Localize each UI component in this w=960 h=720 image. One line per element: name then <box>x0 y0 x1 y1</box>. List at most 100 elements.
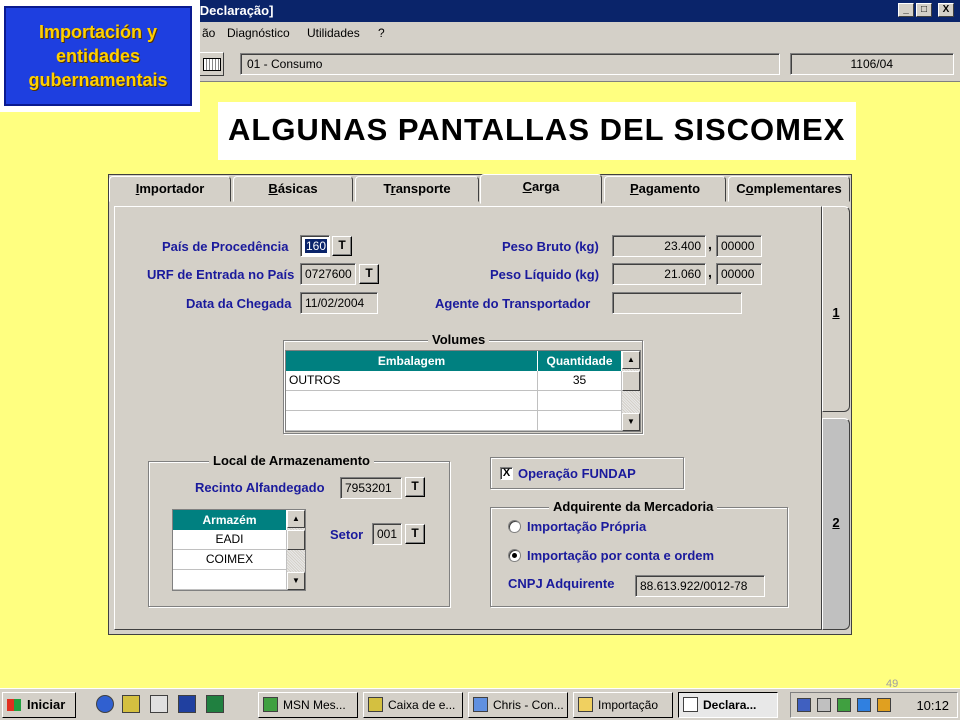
menu-item-help[interactable]: ? <box>378 26 385 40</box>
logo-line-2: entidades <box>55 46 141 66</box>
tab-access-key: o <box>745 181 754 196</box>
list-item[interactable] <box>173 570 287 590</box>
armazem-scrollbar[interactable]: ▲ ▼ <box>287 510 305 590</box>
list-item[interactable]: COIMEX <box>173 550 287 570</box>
logo-line-3: gubernamentais <box>28 70 168 90</box>
outlook-icon[interactable] <box>122 695 140 713</box>
urf-entrada-input[interactable]: 0727600 <box>300 263 356 285</box>
network-icon[interactable] <box>797 698 811 712</box>
column-header-armazem[interactable]: Armazém <box>173 510 287 530</box>
peso-liquido-comma: , <box>708 264 712 280</box>
logo-line-1: Importación y <box>38 22 158 42</box>
table-cell[interactable] <box>286 411 538 431</box>
tab-label: Importador <box>135 181 205 196</box>
desktop-icon[interactable] <box>150 695 168 713</box>
menu-item-partial[interactable]: ão <box>202 26 215 40</box>
tab-access-key: I <box>135 181 140 196</box>
scroll-thumb[interactable] <box>287 530 305 550</box>
column-header-quantidade[interactable]: Quantidade <box>538 351 622 371</box>
task-importacao-folder[interactable]: Importação <box>573 692 673 718</box>
importacao-propria-label: Importação Própria <box>527 519 647 534</box>
tab-label: Básicas <box>268 181 318 196</box>
peso-liquido-label: Peso Líquido (kg) <box>490 267 600 282</box>
importacao-propria-radio[interactable] <box>508 520 521 533</box>
setor-lookup-button[interactable]: T <box>405 524 425 544</box>
tab-transporte[interactable]: Transporte <box>355 176 479 202</box>
table-cell[interactable] <box>538 391 622 411</box>
minimize-button[interactable]: _ <box>898 3 914 17</box>
scroll-thumb[interactable] <box>622 371 640 391</box>
page-tab-label: 1 <box>832 305 840 320</box>
table-cell[interactable]: 35 <box>538 371 622 391</box>
agente-transportador-label: Agente do Transportador <box>435 296 591 311</box>
volumes-grid[interactable]: Embalagem Quantidade OUTROS 35 ▲ ▼ <box>285 350 641 432</box>
task-inbox[interactable]: Caixa de e... <box>363 692 463 718</box>
tab-basicas[interactable]: Básicas <box>233 176 353 202</box>
fundap-checkbox[interactable]: X <box>500 467 513 480</box>
close-button[interactable]: X <box>938 3 954 17</box>
page-tab-2[interactable]: 2 <box>822 418 850 630</box>
urf-entrada-lookup-button[interactable]: T <box>359 264 379 284</box>
recinto-alfandegado-input[interactable]: 7953201 <box>340 477 402 499</box>
page-tab-label: 2 <box>832 515 840 530</box>
scroll-up-icon[interactable]: ▲ <box>287 510 305 528</box>
word-icon[interactable] <box>178 695 196 713</box>
chat-icon <box>473 697 488 712</box>
scroll-down-icon[interactable]: ▼ <box>622 413 640 431</box>
messenger-icon[interactable] <box>857 698 871 712</box>
data-chegada-input[interactable]: 11/02/2004 <box>300 292 378 314</box>
recinto-lookup-button[interactable]: T <box>405 477 425 497</box>
tab-pagamento[interactable]: Pagamento <box>604 176 726 202</box>
pais-procedencia-input[interactable]: 160 <box>300 235 330 257</box>
page-tab-1[interactable]: 1 <box>822 206 850 412</box>
agente-transportador-input[interactable] <box>612 292 742 314</box>
scroll-down-icon[interactable]: ▼ <box>287 572 305 590</box>
importacao-conta-ordem-radio[interactable] <box>508 549 521 562</box>
list-item[interactable]: EADI <box>173 530 287 550</box>
peso-bruto-integer-input[interactable]: 23.400 <box>612 235 706 257</box>
calculator-icon[interactable] <box>198 52 224 76</box>
armazenamento-title: Local de Armazenamento <box>209 453 375 468</box>
tab-importador[interactable]: Importador <box>109 176 231 202</box>
maximize-button[interactable]: □ <box>916 3 932 17</box>
task-msn[interactable]: MSN Mes... <box>258 692 358 718</box>
peso-liquido-decimal-input[interactable]: 00000 <box>716 263 762 285</box>
volumes-scrollbar[interactable]: ▲ ▼ <box>622 351 640 431</box>
clock[interactable]: 10:12 <box>916 698 949 713</box>
pais-procedencia-lookup-button[interactable]: T <box>332 236 352 256</box>
table-cell[interactable] <box>538 411 622 431</box>
setor-label: Setor <box>330 527 364 542</box>
tab-access-key: r <box>390 181 396 196</box>
pais-procedencia-value: 160 <box>305 239 328 253</box>
cnpj-adquirente-input[interactable]: 88.613.922/0012-78 <box>635 575 765 597</box>
cnpj-adquirente-label: CNPJ Adquirente <box>508 576 615 591</box>
task-label: Caixa de e... <box>388 698 456 712</box>
update-icon[interactable] <box>877 698 891 712</box>
volumes-title: Volumes <box>428 332 490 347</box>
column-header-embalagem[interactable]: Embalagem <box>286 351 538 371</box>
menu-item-utilidades[interactable]: Utilidades <box>307 26 360 40</box>
tab-complementares[interactable]: Complementares <box>728 176 850 202</box>
peso-liquido-integer-input[interactable]: 21.060 <box>612 263 706 285</box>
speaker-icon[interactable] <box>817 698 831 712</box>
scroll-up-icon[interactable]: ▲ <box>622 351 640 369</box>
excel-icon[interactable] <box>206 695 224 713</box>
task-label: Importação <box>598 698 659 712</box>
internet-explorer-icon[interactable] <box>96 695 114 713</box>
table-cell[interactable]: OUTROS <box>286 371 538 391</box>
antivirus-icon[interactable] <box>837 698 851 712</box>
task-declaracao[interactable]: Declara... <box>678 692 778 718</box>
fundap-label: Operação FUNDAP <box>518 466 636 481</box>
armazem-grid[interactable]: Armazém EADI COIMEX ▲ ▼ <box>172 509 306 591</box>
peso-bruto-decimal-input[interactable]: 00000 <box>716 235 762 257</box>
tab-carga[interactable]: Carga <box>480 174 602 204</box>
peso-bruto-label: Peso Bruto (kg) <box>502 239 599 254</box>
folder-icon <box>578 697 593 712</box>
taskbar: Iniciar MSN Mes... Caixa de e... Chris -… <box>0 688 960 720</box>
logo-box: Importación y entidades gubernamentais <box>4 6 192 106</box>
task-chat[interactable]: Chris - Con... <box>468 692 568 718</box>
table-cell[interactable] <box>286 391 538 411</box>
setor-input[interactable]: 001 <box>372 523 402 545</box>
start-button[interactable]: Iniciar <box>2 692 76 718</box>
menu-item-diagnostico[interactable]: Diagnóstico <box>227 26 290 40</box>
